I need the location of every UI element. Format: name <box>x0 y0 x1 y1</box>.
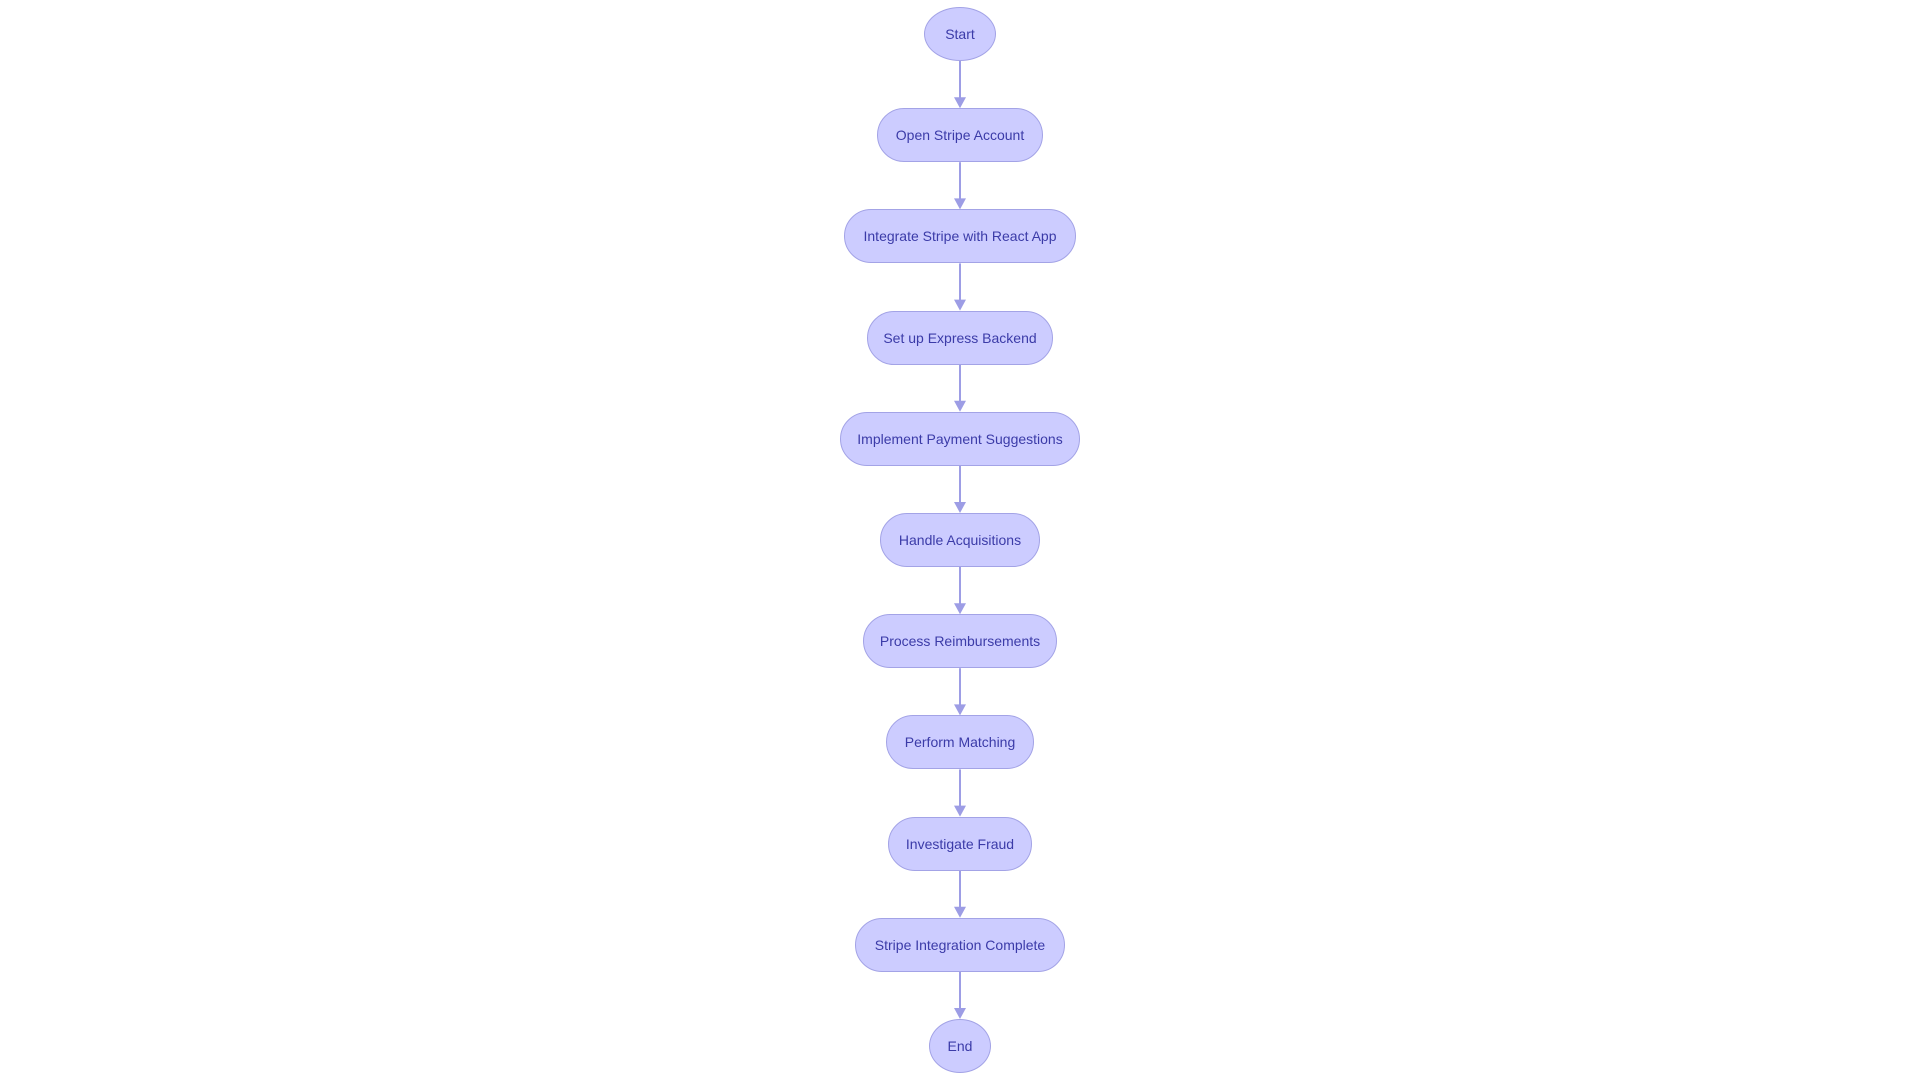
node-label: Open Stripe Account <box>895 127 1025 144</box>
arrowhead-icon <box>954 906 966 918</box>
node-fraud: Investigate Fraud <box>888 816 1032 871</box>
edge-backend-to-payments <box>954 364 966 412</box>
node-complete: Stripe Integration Complete <box>855 917 1065 972</box>
node-reimburse: Process Reimbursements <box>863 614 1057 669</box>
node-label: Handle Acquisitions <box>898 532 1022 548</box>
arrowhead-icon <box>954 400 966 412</box>
node-label: End <box>947 1038 973 1054</box>
edge-open-to-integrate <box>954 162 966 210</box>
arrowhead-icon <box>954 603 966 615</box>
node-acquisitions: Handle Acquisitions <box>880 513 1040 567</box>
edge-integrate-to-backend <box>954 263 966 311</box>
edge-payments-to-acquisitions <box>954 465 966 513</box>
node-label: Start <box>945 26 975 42</box>
arrowhead-icon <box>954 97 966 109</box>
node-integrate: Integrate Stripe with React App <box>844 209 1076 264</box>
edge-reimburse-to-matching <box>954 668 966 716</box>
node-label: Perform Matching <box>904 734 1016 751</box>
edge-fraud-to-complete <box>954 870 966 918</box>
node-payments: Implement Payment Suggestions <box>840 411 1080 466</box>
node-label: Investigate Fraud <box>905 835 1015 852</box>
node-matching: Perform Matching <box>886 715 1034 770</box>
node-label: Process Reimbursements <box>879 633 1041 650</box>
edge-matching-to-fraud <box>954 769 966 817</box>
arrowhead-icon <box>954 805 966 817</box>
node-open: Open Stripe Account <box>877 108 1043 163</box>
edge-start-to-open <box>954 61 966 109</box>
node-label: Stripe Integration Complete <box>874 936 1046 953</box>
node-end: End <box>929 1019 991 1073</box>
node-backend: Set up Express Backend <box>867 310 1053 365</box>
arrowhead-icon <box>954 704 966 716</box>
node-label: Implement Payment Suggestions <box>857 430 1063 447</box>
arrowhead-icon <box>954 299 966 311</box>
flowchart: Start Open Stripe Account Integrate Stripe… <box>0 0 1920 1080</box>
edge-complete-to-end <box>954 971 966 1019</box>
arrowhead-icon <box>954 198 966 210</box>
node-start: Start <box>924 7 996 61</box>
node-label: Integrate Stripe with React App <box>863 228 1057 245</box>
edge-acquisitions-to-reimburse <box>954 567 966 615</box>
node-label: Set up Express Backend <box>883 329 1037 346</box>
arrowhead-icon <box>954 502 966 513</box>
arrowhead-icon <box>954 1008 966 1019</box>
